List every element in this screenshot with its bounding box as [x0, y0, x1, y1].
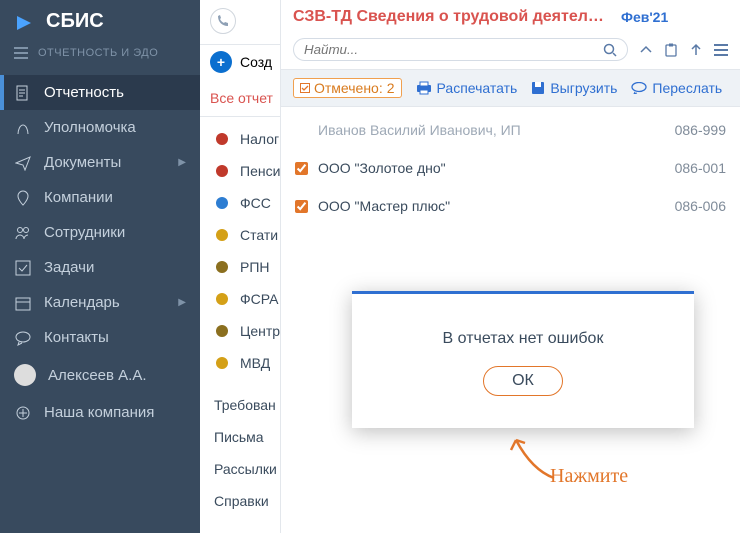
org-code: 086-006	[675, 198, 726, 214]
upload-icon[interactable]	[690, 43, 702, 57]
search-box[interactable]	[293, 38, 628, 61]
category-label: ФСС	[240, 195, 271, 211]
org-name: ООО "Мастер плюс"	[318, 198, 450, 214]
org-icon	[14, 405, 32, 421]
export-action[interactable]: Выгрузить	[531, 80, 617, 96]
panel-title: СЗВ-ТД Сведения о трудовой деятельно...	[293, 8, 613, 26]
save-icon	[531, 81, 545, 95]
category-icon	[214, 291, 230, 307]
forward-action[interactable]: Переслать	[631, 80, 722, 96]
ok-button[interactable]: ОК	[483, 366, 563, 396]
search-icon[interactable]	[603, 43, 617, 57]
create-button[interactable]: +	[210, 51, 232, 73]
doc-icon	[14, 85, 32, 101]
detail-panel: СЗВ-ТД Сведения о трудовой деятельно... …	[280, 0, 740, 533]
sidebar-item-4[interactable]: Сотрудники	[0, 215, 200, 250]
logo-icon	[14, 11, 36, 33]
row-checkbox[interactable]	[295, 162, 308, 175]
tab-all-reports[interactable]: Все отчет	[210, 90, 273, 106]
org-list: Иванов Василий Иванович, ИП 086-999 ООО "З…	[281, 107, 740, 229]
sidebar-item-3[interactable]: Компании	[0, 180, 200, 215]
speech-icon	[631, 82, 647, 94]
sidebar-item-label: Алексеев А.А.	[48, 367, 147, 384]
category-label: Налог	[240, 131, 279, 147]
sidebar-item-2[interactable]: Документы ▶	[0, 145, 200, 180]
sidebar-item-label: Уполномочка	[44, 119, 136, 136]
category-label: Стати	[240, 227, 278, 243]
sidebar-item-label: Отчетность	[44, 84, 124, 101]
modal: В отчетах нет ошибок ОК	[352, 291, 694, 428]
subheading-row: ОТЧЕТНОСТЬ И ЭДО	[0, 43, 200, 69]
action-bar: Отмечено: 2 Распечатать Выгрузить Пересл…	[281, 69, 740, 107]
org-code: 086-001	[675, 160, 726, 176]
checked-chip[interactable]: Отмечено: 2	[293, 78, 402, 98]
category-label: МВД	[240, 355, 270, 371]
category-label: ФСРА	[240, 291, 279, 307]
org-row[interactable]: ООО "Мастер плюс" 086-006	[281, 187, 740, 225]
sidebar-item-7[interactable]: Контакты	[0, 320, 200, 355]
check-icon	[14, 260, 32, 276]
sidebar-item-5[interactable]: Задачи	[0, 250, 200, 285]
category-icon	[214, 259, 230, 275]
hand-icon	[14, 120, 32, 136]
people-icon	[14, 225, 32, 241]
subheading: ОТЧЕТНОСТЬ И ЭДО	[38, 47, 158, 59]
category-label: Центр	[240, 323, 280, 339]
expand-icon[interactable]	[640, 44, 652, 56]
sidebar-item-label: Календарь	[44, 294, 120, 311]
cal-icon	[14, 295, 32, 311]
brand: СБИС	[46, 10, 104, 33]
org-code: 086-999	[675, 122, 726, 138]
menu-icon[interactable]	[714, 44, 728, 56]
sidebar-item-9[interactable]: Наша компания	[0, 395, 200, 430]
search-input[interactable]	[304, 42, 603, 57]
panel-period[interactable]: Фев'21	[621, 9, 668, 25]
avatar-icon	[14, 364, 36, 386]
checked-count: 2	[387, 80, 395, 96]
modal-body: В отчетах нет ошибок ОК	[352, 294, 694, 428]
menu-icon[interactable]	[14, 47, 28, 59]
org-row[interactable]: Иванов Василий Иванович, ИП 086-999	[281, 111, 740, 149]
phone-icon[interactable]	[210, 8, 236, 34]
clipboard-icon[interactable]	[664, 43, 678, 57]
logo-row: СБИС	[0, 0, 200, 43]
sidebar-item-label: Контакты	[44, 329, 109, 346]
chevron-right-icon: ▶	[178, 297, 186, 308]
sidebar-item-label: Сотрудники	[44, 224, 125, 241]
create-label: Созд	[240, 54, 272, 70]
sidebar-item-label: Компании	[44, 189, 113, 206]
panel-header: СЗВ-ТД Сведения о трудовой деятельно... …	[281, 0, 740, 34]
sidebar-item-0[interactable]: Отчетность	[0, 75, 200, 110]
panel-tools	[281, 34, 740, 69]
category-icon	[214, 227, 230, 243]
category-icon	[214, 195, 230, 211]
checked-label: Отмечено:	[314, 80, 383, 96]
category-icon	[214, 355, 230, 371]
sidebar-item-label: Наша компания	[44, 404, 154, 421]
sidebar-item-label: Документы	[44, 154, 121, 171]
sidebar-item-1[interactable]: Уполномочка	[0, 110, 200, 145]
plane-icon	[14, 155, 32, 171]
sidebar-item-8[interactable]: Алексеев А.А.	[0, 355, 200, 395]
printer-icon	[416, 81, 432, 95]
sidebar-item-6[interactable]: 1Календарь▶	[0, 285, 200, 320]
org-row[interactable]: ООО "Золотое дно" 086-001	[281, 149, 740, 187]
chevron-right-icon: ▶	[178, 157, 186, 168]
sidebar: СБИС ОТЧЕТНОСТЬ И ЭДО Отчетность Уполномо…	[0, 0, 200, 533]
row-checkbox[interactable]	[295, 200, 308, 213]
sidebar-item-label: Задачи	[44, 259, 94, 276]
modal-message: В отчетах нет ошибок	[372, 330, 674, 348]
category-label: Пенси	[240, 163, 280, 179]
print-action[interactable]: Распечатать	[416, 80, 518, 96]
category-icon	[214, 323, 230, 339]
category-icon	[214, 131, 230, 147]
sidebar-menu: Отчетность Уполномочка Документы ▶ Компании С…	[0, 75, 200, 430]
chat-icon	[14, 330, 32, 346]
org-name: ООО "Золотое дно"	[318, 160, 446, 176]
category-label: РПН	[240, 259, 270, 275]
pin-icon	[14, 190, 32, 206]
category-icon	[214, 163, 230, 179]
org-name: Иванов Василий Иванович, ИП	[318, 122, 521, 138]
check-square-icon	[300, 83, 310, 93]
